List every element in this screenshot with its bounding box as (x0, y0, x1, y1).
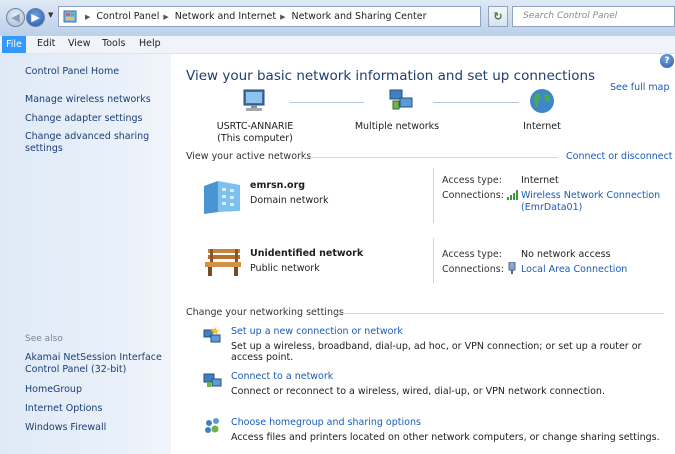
network-name: emrsn.org (250, 180, 306, 191)
computer-icon[interactable] (240, 87, 268, 115)
public-network-bench-icon (205, 249, 241, 276)
menu-edit[interactable]: Edit (37, 38, 55, 49)
menu-view[interactable]: View (68, 38, 91, 49)
wireless-connection-ssid[interactable]: (EmrData01) (521, 202, 582, 213)
divider (433, 238, 434, 283)
see-also-heading: See also (25, 334, 63, 344)
ethernet-plug-icon (508, 262, 516, 274)
menu-help[interactable]: Help (139, 38, 161, 49)
map-connection-line (290, 102, 364, 103)
connections-label: Connections: (442, 190, 504, 201)
connect-to-network-link[interactable]: Connect to a network (231, 371, 333, 382)
homegroup-sharing-link[interactable]: Choose homegroup and sharing options (231, 417, 421, 428)
breadcrumb-control-panel[interactable]: Control Panel (96, 11, 159, 22)
sidebar-item-windows-firewall[interactable]: Windows Firewall (25, 422, 106, 434)
breadcrumb-network-internet[interactable]: Network and Internet (175, 11, 276, 22)
sidebar-item-akamai[interactable]: Akamai NetSession Interface (25, 352, 162, 364)
active-networks-label: View your active networks (186, 151, 312, 162)
divider (336, 313, 664, 314)
sidebar-item-adapter-settings[interactable]: Change adapter settings (25, 113, 142, 125)
menu-tools[interactable]: Tools (102, 38, 125, 49)
menu-file[interactable]: File (2, 36, 26, 53)
network-type: Public network (250, 263, 320, 274)
breadcrumb: ▶ Control Panel ▶ Network and Internet ▶ Netw… (81, 11, 427, 22)
computer-name: USRTC-ANNARIE (216, 121, 294, 132)
chevron-right-icon[interactable]: ▶ (163, 13, 168, 21)
connect-or-disconnect-link[interactable]: Connect or disconnect (566, 151, 673, 162)
divider (433, 168, 434, 223)
control-panel-icon (63, 10, 77, 23)
homegroup-sharing-desc: Access files and printers located on oth… (231, 432, 660, 443)
sidebar-item-manage-wireless[interactable]: Manage wireless networks (25, 94, 151, 106)
internet-label: Internet (523, 121, 561, 132)
domain-network-icon (204, 181, 240, 214)
forward-button[interactable]: ▶ (26, 8, 45, 27)
help-icon[interactable]: ? (660, 54, 674, 68)
homegroup-icon (205, 418, 219, 433)
setup-new-connection-desc: Set up a wireless, broadband, dial-up, a… (231, 341, 642, 363)
local-area-connection-link[interactable]: Local Area Connection (521, 264, 627, 275)
connect-network-icon (203, 373, 222, 387)
menu-bar: File Edit View Tools Help (0, 36, 675, 54)
search-input[interactable]: Search Control Panel (512, 6, 675, 27)
map-connection-line (433, 102, 519, 103)
sidebar-item-advanced-sharing-cont[interactable]: settings (25, 143, 63, 155)
network-icon[interactable] (387, 86, 415, 114)
divider (302, 157, 558, 158)
network-type: Domain network (250, 195, 329, 206)
wireless-connection-link[interactable]: Wireless Network Connection (521, 190, 660, 201)
access-type-value: No network access (521, 249, 611, 260)
sidebar-item-internet-options[interactable]: Internet Options (25, 403, 102, 415)
see-full-map-link[interactable]: See full map (610, 82, 670, 93)
sidebar-item-homegroup[interactable]: HomeGroup (25, 384, 82, 396)
sidebar: Control Panel Home Manage wireless netwo… (0, 54, 171, 454)
back-button[interactable]: ◀ (6, 8, 25, 27)
page-title: View your basic network information and … (186, 68, 596, 84)
wireless-signal-icon (507, 190, 518, 200)
chevron-right-icon[interactable]: ▶ (280, 13, 285, 21)
computer-sub: (This computer) (217, 133, 293, 144)
refresh-button[interactable]: ↻ (488, 6, 508, 27)
connections-label: Connections: (442, 264, 504, 275)
connect-to-network-desc: Connect or reconnect to a wireless, wire… (231, 386, 605, 397)
sidebar-item-akamai-cont[interactable]: Control Panel (32-bit) (25, 364, 126, 376)
change-settings-label: Change your networking settings (186, 307, 344, 318)
access-type-label: Access type: (442, 249, 502, 260)
globe-icon[interactable] (528, 87, 556, 115)
new-connection-icon (203, 327, 221, 343)
network-name: Unidentified network (250, 248, 364, 259)
multiple-networks-label: Multiple networks (354, 121, 440, 132)
access-type-label: Access type: (442, 175, 502, 186)
address-box[interactable]: ▶ Control Panel ▶ Network and Internet ▶ Netw… (58, 6, 519, 27)
sidebar-item-advanced-sharing[interactable]: Change advanced sharing (25, 131, 149, 143)
breadcrumb-network-sharing-center[interactable]: Network and Sharing Center (291, 11, 426, 22)
access-type-value: Internet (521, 175, 559, 186)
recent-pages-dropdown[interactable]: ▼ (48, 11, 53, 19)
chevron-right-icon: ▶ (85, 13, 91, 21)
setup-new-connection-link[interactable]: Set up a new connection or network (231, 326, 403, 337)
address-toolbar: ◀ ▶ ▼ ▶ Control Panel ▶ Network and Interne… (0, 0, 675, 36)
sidebar-item-control-panel-home[interactable]: Control Panel Home (25, 66, 119, 78)
